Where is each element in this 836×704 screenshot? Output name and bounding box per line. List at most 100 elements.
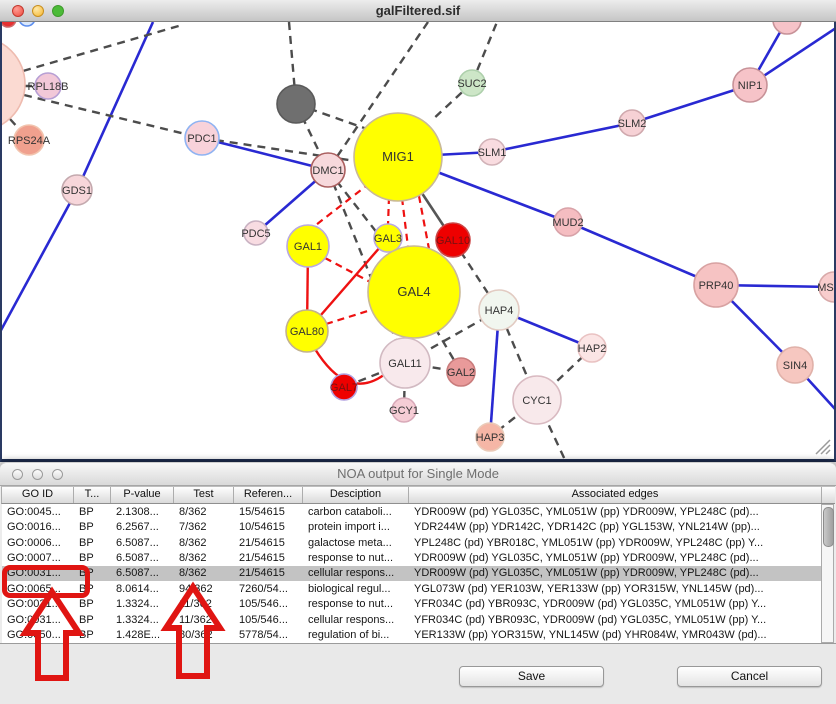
table-cell: YDR009W (pd) YGL035C, YML051W (pp) YDR00… [409,552,822,564]
table-cell: GO:0050... [2,629,74,641]
edge-blue [2,190,77,332]
edge-blue [202,138,328,170]
table-row[interactable]: GO:0031...BP1.3324...11/362105/546...cel… [2,612,822,627]
node-GAL7[interactable]: GAL7 [330,374,358,400]
node-GAL80[interactable]: GAL80 [286,310,328,352]
node-GAL1[interactable]: GAL1 [287,225,329,267]
table-cell: GO:0065... [2,583,74,595]
node-PDC1[interactable]: PDC1 [185,121,219,155]
node-SIN4[interactable]: SIN4 [777,347,813,383]
node-cut-blue[interactable] [19,22,35,26]
node-RPS24A[interactable]: RPS24A [8,125,51,155]
node-cut-red[interactable] [2,22,16,27]
table-cell: YFR034C (pd) YBR093C, YDR009W (pd) YGL03… [409,598,822,610]
node-PRP40[interactable]: PRP40 [694,263,738,307]
node-GAL4[interactable]: GAL4 [368,246,460,338]
table-cell: 1.3324... [111,598,174,610]
node-SLM1[interactable]: SLM1 [478,139,507,165]
table-row[interactable]: GO:0016...BP6.2567...7/36210/54615protei… [2,519,822,534]
node-SUC2[interactable]: SUC2 [457,70,486,96]
column-header[interactable]: P-value [111,487,174,503]
node-HAP3[interactable]: HAP3 [476,423,505,451]
table-row[interactable]: GO:0007...BP6.5087...8/36221/54615respon… [2,550,822,565]
node-label: GAL7 [330,382,358,394]
close-button-inactive[interactable] [12,469,23,480]
node-GAL2[interactable]: GAL2 [447,358,475,386]
node-HAP2[interactable]: HAP2 [578,334,607,362]
table-cell: BP [74,614,111,626]
table-cell: GO:0031... [2,614,74,626]
table-cell: regulation of bi... [303,629,409,641]
table-cell: 80/362 [174,629,234,641]
node-label: GAL1 [294,241,322,253]
edge-red-dash [419,196,429,249]
column-header[interactable]: T... [74,487,111,503]
node-label: SLM2 [618,118,647,130]
table-row[interactable]: GO:0031...BP1.3324...11/362105/546...res… [2,597,822,612]
node-MSI[interactable]: MSI [817,272,834,302]
table-cell: 1.428E... [111,629,174,641]
node-label: SIN4 [783,360,807,372]
column-header[interactable]: GO ID [2,487,74,503]
scrollbar-thumb[interactable] [823,507,834,547]
node-MIG1[interactable]: MIG1 [354,113,442,201]
table-cell: 21/54615 [234,567,303,579]
table-cell: GO:0016... [2,521,74,533]
zoom-button-inactive[interactable] [52,469,63,480]
table-cell: GO:0031... [2,567,74,579]
node-SLM2[interactable]: SLM2 [618,110,647,136]
node-CYC1[interactable]: CYC1 [513,376,561,424]
table-cell: cellular respons... [303,614,409,626]
node-GDS1[interactable]: GDS1 [62,175,92,205]
node-MUD2[interactable]: MUD2 [552,208,583,236]
node-label: GAL2 [447,367,475,379]
node-cut-topright[interactable] [773,22,801,34]
node-HAP4[interactable]: HAP4 [479,290,519,330]
node-gray-node[interactable] [277,85,315,123]
table-cell: YDR009W (pd) YGL035C, YML051W (pp) YDR00… [409,567,822,579]
save-button[interactable]: Save [459,666,604,687]
edge-blue [568,222,716,285]
node-GAL10[interactable]: GAL10 [436,223,470,257]
table-cell: 6.5087... [111,552,174,564]
close-button[interactable] [12,5,24,17]
node-label: GAL11 [388,358,421,370]
column-header[interactable]: Test [174,487,234,503]
minimize-button-inactive[interactable] [32,469,43,480]
table-cell: BP [74,583,111,595]
minimize-button[interactable] [32,5,44,17]
edge-gray-dash [23,25,182,71]
node-GCY1[interactable]: GCY1 [389,398,419,422]
cancel-button[interactable]: Cancel [677,666,822,687]
column-header[interactable]: Referen... [234,487,303,503]
node-label: SLM1 [478,147,507,159]
table-cell: biological regul... [303,583,409,595]
node-label: GDS1 [62,185,92,197]
table-row[interactable]: GO:0050...BP1.428E...80/3625778/54...reg… [2,628,822,643]
table-row[interactable]: GO:0065...BP8.0614...94/3627260/54...bio… [2,581,822,596]
network-view[interactable]: RPL18B RPS24A GDS1 PDC1 DMC1 MIG1 SUC2 SLM1 SLM2… [0,22,836,462]
table-row[interactable]: GO:0006...BP6.5087...8/36221/54615galact… [2,535,822,550]
network-canvas: RPL18B RPS24A GDS1 PDC1 DMC1 MIG1 SUC2 SLM1 SLM2… [2,22,834,459]
node-DMC1[interactable]: DMC1 [311,153,345,187]
resize-grip-icon[interactable] [813,437,831,455]
edge-gray-dash [24,95,202,138]
table-cell: 21/54615 [234,537,303,549]
node-NIP1[interactable]: NIP1 [733,68,767,102]
table-cell: 8/362 [174,567,234,579]
node-GAL11[interactable]: GAL11 [380,338,430,388]
table-row[interactable]: GO:0045...BP2.1308...8/36215/54615carbon… [2,504,822,519]
node-big-pink[interactable] [2,37,25,131]
column-header[interactable]: Associated edges [409,487,822,503]
noa-window-title: NOA output for Single Mode [0,463,836,485]
zoom-button[interactable] [52,5,64,17]
table-row[interactable]: GO:0031...BP6.5087...8/36221/54615cellul… [2,566,822,581]
node-GAL3[interactable]: GAL3 [374,224,402,252]
table-scrollbar[interactable] [821,504,834,643]
node-label: RPL18B [28,81,69,93]
noa-window: NOA output for Single Mode GO IDT...P-va… [0,462,836,704]
node-RPL18B[interactable]: RPL18B [28,73,69,99]
node-label: HAP2 [578,343,607,355]
edge-red-dash [312,183,370,228]
column-header[interactable]: Desciption [303,487,409,503]
